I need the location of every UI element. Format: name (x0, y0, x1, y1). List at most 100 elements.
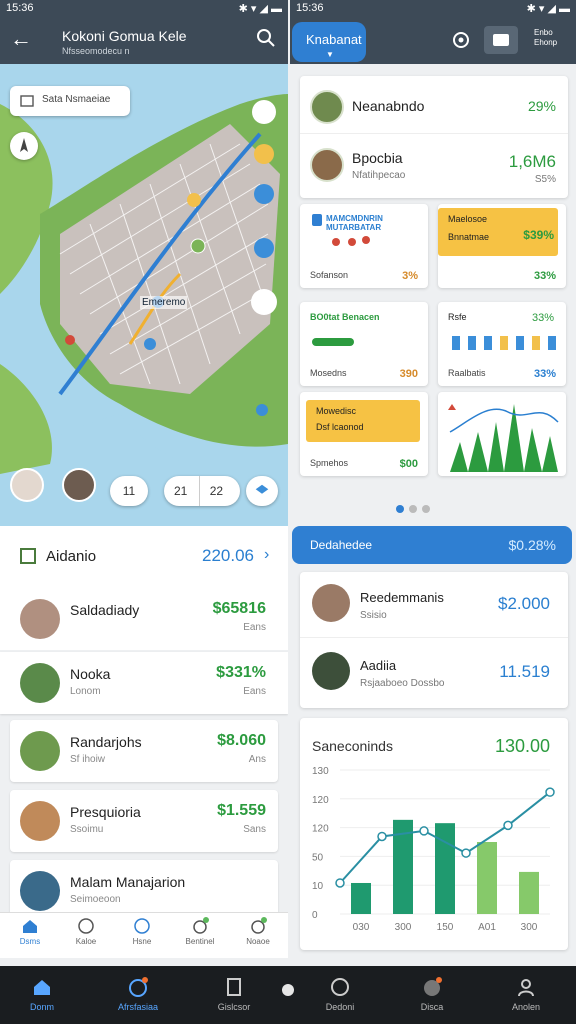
home-icon (34, 980, 50, 995)
list-item[interactable]: Presquioria Ssoimu $1.559 Sans (10, 790, 278, 852)
summary-row[interactable]: Aidanio 220.06 › (0, 526, 288, 588)
stat-tile[interactable]: Maelosoe Bnnatmae $39% 33% (438, 204, 566, 288)
item-name: Aadiia (360, 658, 397, 673)
back-arrow-icon[interactable]: ← (10, 28, 32, 50)
list-item[interactable]: Randarjohs Sf ihoiw $8.060 Ans (10, 720, 278, 782)
stat-tile[interactable]: Mowedisc Dsf lcaonod Spmehos $00 (300, 392, 428, 476)
compass-icon[interactable] (10, 132, 38, 160)
chart-point (335, 878, 345, 888)
home-indicator[interactable] (282, 984, 294, 996)
status-bar-right: 15:36 ✱ ▾ ◢ ▬ (290, 0, 576, 16)
left-app-header: ← Kokoni Gomua Kele Nfsseomodecu n (0, 16, 288, 64)
tab-home[interactable]: Dsms (2, 917, 58, 957)
row-value: 29% (527, 98, 556, 114)
avatar (20, 663, 60, 703)
tile-footer-value: 33% (533, 270, 556, 282)
header-side-text: Enbo Ehonp (534, 28, 558, 47)
nav-profile[interactable]: Anolen (486, 972, 566, 1020)
map-chip[interactable]: 11 (110, 476, 148, 506)
trend-tile[interactable] (438, 392, 566, 476)
summary-row[interactable]: Bpocbia Nfatihpecao 1,6M6 S5% (300, 134, 568, 192)
workspace-selector-button[interactable]: Knabanat ▼ (292, 22, 366, 62)
map-chip[interactable]: 21 22 (164, 476, 240, 506)
tab-calendar[interactable]: Kaloe (58, 917, 114, 957)
avatar (20, 871, 60, 911)
list-item[interactable]: Malam Manajarion Seimoeoon (10, 860, 278, 912)
map-search-input[interactable]: Sata Nsmaeiae (10, 86, 130, 116)
right-app-header: Knabanat ▼ Enbo Ehonp (290, 16, 576, 64)
home-icon (23, 920, 37, 933)
nav-activity[interactable]: Afrsfasiaa (98, 972, 178, 1020)
row-subvalue: S5% (534, 174, 556, 185)
tile-footer-value: 33% (533, 368, 556, 380)
list-item[interactable]: Saldadiady $65816 Eans (0, 588, 288, 650)
place-thumbnail[interactable] (62, 468, 96, 502)
tile-subtitle: Bnnatmae (448, 232, 490, 242)
list-item[interactable]: Nooka Lonom $331% Eans (0, 652, 288, 714)
left-tab-bar: Dsms Kaloe Hsne Bentinel Noaoe (0, 912, 288, 958)
nav-home[interactable]: Donm (2, 972, 82, 1020)
tile-footer: Mosedns (310, 368, 347, 378)
item-name: Presquioria (70, 804, 141, 820)
tile-footer: Sofanson (310, 270, 349, 280)
page-dot[interactable] (422, 505, 430, 513)
chart-point (545, 787, 555, 797)
place-thumbnail[interactable] (10, 468, 44, 502)
inbox-button[interactable] (484, 26, 518, 54)
bar-line-chart: 130 120 120 50 10 0 030 300 150 A01 300 (312, 766, 555, 933)
stat-tile[interactable]: MAMCMDNRIN MUTARBATAR Sofanson 3% (300, 204, 428, 288)
chart-icon (20, 548, 36, 564)
summary-label: Aidanio (46, 548, 97, 565)
avatar (20, 731, 60, 771)
stat-tile[interactable]: Rsfe 33% Raalbatis 33% (438, 302, 566, 386)
nav-documents[interactable]: Gislcsor (194, 972, 274, 1020)
page-dot[interactable] (396, 505, 404, 513)
pagination-dots[interactable] (396, 500, 436, 513)
nav-deals[interactable]: Dedoni (300, 972, 380, 1020)
layers-button[interactable] (246, 476, 278, 506)
banner-value: $0.28% (508, 537, 556, 553)
item-amount: $1.559 (217, 802, 266, 819)
item-name: Saldadiady (70, 602, 140, 618)
layers-icon (255, 484, 269, 494)
summary-row[interactable]: Neanabndo 29% (300, 76, 568, 134)
settings-gear-icon[interactable] (450, 29, 472, 51)
status-icons: ✱ ▾ ◢ ▬ (238, 2, 282, 15)
clock-icon (78, 918, 94, 934)
activity-icon (129, 977, 148, 997)
list-item[interactable]: Reedemmanis Ssisio $2.000 (300, 572, 568, 638)
y-tick-label: 10 (312, 881, 324, 892)
y-tick-label: 0 (312, 910, 318, 921)
tab-profile[interactable]: Noaoe (230, 917, 286, 957)
tile-value: $39% (523, 228, 554, 242)
status-icons: ✱ ▾ ◢ ▬ (526, 2, 570, 15)
x-tick-label: A01 (478, 922, 496, 933)
chevron-right-icon: › (264, 546, 270, 563)
stat-tile[interactable]: BO0tat Benacen Mosedns 390 (300, 302, 428, 386)
tab-messages[interactable]: Hsne (114, 917, 170, 957)
list-item[interactable]: Aadiia Rsjaaboeo Dossbo 11.519 (300, 640, 568, 706)
row-subtitle: Nfatihpecao (352, 170, 406, 181)
item-amount: $331% (216, 664, 266, 681)
y-tick-label: 120 (312, 795, 329, 806)
item-subtitle: Sf ihoiw (70, 754, 106, 765)
top-summary-card: Neanabndo 29% Bpocbia Nfatihpecao 1,6M6 … (300, 76, 568, 198)
summary-value: 220.06 (202, 546, 254, 565)
map-canvas (0, 64, 288, 526)
chat-icon (134, 918, 150, 934)
tile-footer-value: 390 (399, 368, 418, 380)
balance-banner[interactable]: Dedahedee $0.28% (292, 526, 572, 564)
y-tick-label: 130 (312, 766, 329, 777)
nav-discover[interactable]: Disca (392, 972, 472, 1020)
page-dot[interactable] (409, 505, 417, 513)
chart-bar (435, 823, 455, 914)
tab-alerts[interactable]: Bentinel (172, 917, 228, 957)
chart-point (377, 831, 387, 842)
item-subtitle: Ssoimu (70, 824, 104, 835)
search-icon[interactable] (256, 28, 276, 48)
document-icon (227, 978, 241, 996)
bell-icon (193, 917, 209, 934)
discover-icon (424, 977, 442, 996)
item-note: Eans (243, 622, 266, 633)
map-view[interactable]: Sata Nsmaeiae Emeremo 11 21 22 (0, 64, 288, 526)
